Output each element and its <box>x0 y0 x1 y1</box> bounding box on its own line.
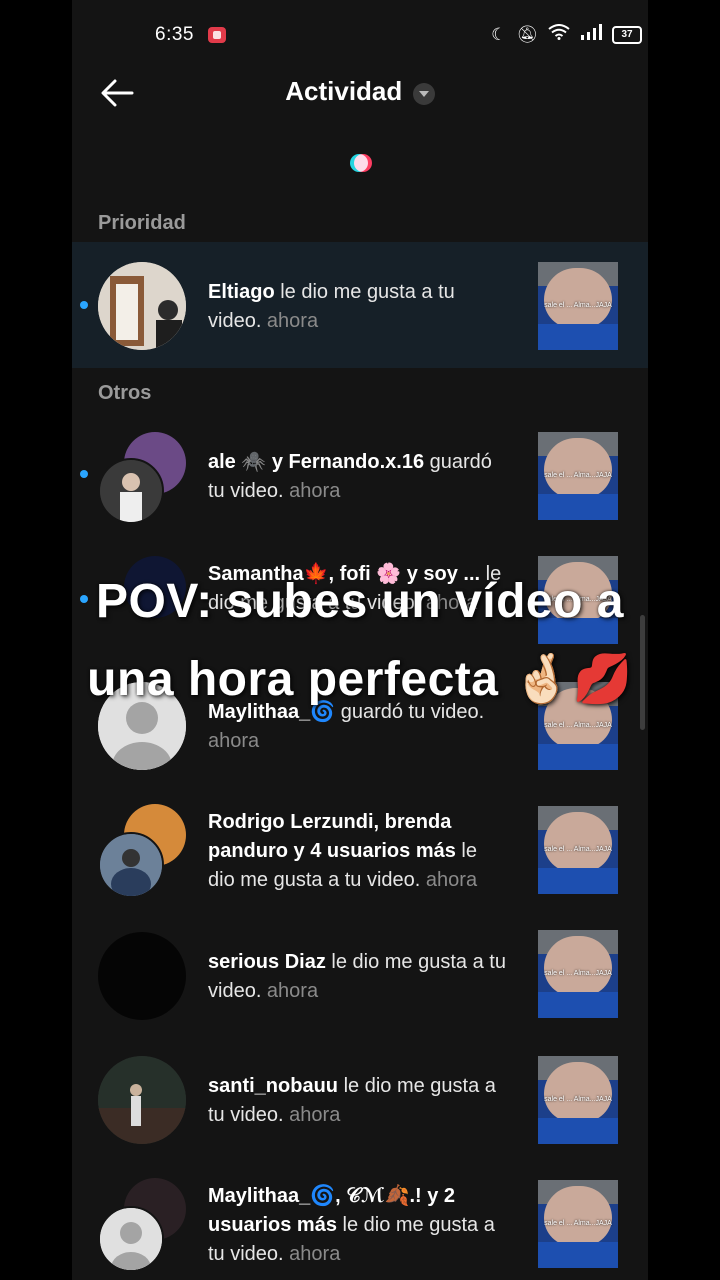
wifi-icon <box>548 24 570 45</box>
section-label-priority: Prioridad <box>98 212 186 234</box>
chevron-down-icon[interactable] <box>412 82 435 105</box>
status-bar: 6:35 ☾ 🔕︎ 37 <box>72 0 648 70</box>
section-label-others: Otros <box>98 382 152 404</box>
overlay-caption-line-2: una hora perfecta 🤞🏻💋 <box>87 653 633 706</box>
unread-dot <box>80 470 88 478</box>
notification-text: Maylithaa_🌀, 𝒞ℳ🍂.! y 2 usuarios más le d… <box>208 1185 495 1265</box>
avatar[interactable] <box>98 932 186 1020</box>
avatar[interactable] <box>98 262 186 350</box>
battery-icon: 37 <box>612 25 642 44</box>
loading-indicator <box>350 152 372 174</box>
video-thumbnail[interactable]: sale el ... Alma...JAJA <box>538 1180 618 1268</box>
notification-text: Eltiago le dio me gusta a tu video. ahor… <box>208 281 455 332</box>
overlay-caption-line-1: POV: subes un vídeo a <box>96 575 624 628</box>
page-title[interactable]: Actividad <box>285 76 402 106</box>
video-thumbnail[interactable]: sale el ... Alma...JAJA <box>538 1056 618 1144</box>
status-time: 6:35 <box>155 24 194 45</box>
status-icons: ☾ 🔕︎ 37 <box>491 24 642 45</box>
avatar[interactable] <box>98 1056 186 1144</box>
video-thumbnail[interactable]: sale el ... Alma...JAJA <box>538 432 618 520</box>
video-thumbnail[interactable]: sale el ... Alma...JAJA <box>538 806 618 894</box>
header[interactable]: Actividad <box>72 76 648 107</box>
notification-text: ale 🕷️ y Fernando.x.16 guardó tu video. … <box>208 451 492 502</box>
avatar-front[interactable] <box>98 1206 164 1272</box>
moon-icon: ☾ <box>491 24 507 44</box>
avatar-front[interactable] <box>98 832 164 898</box>
signal-icon <box>580 24 602 45</box>
video-thumbnail[interactable]: sale el ... Alma...JAJA <box>538 262 618 350</box>
screen-record-icon <box>208 27 226 43</box>
notification-text: Rodrigo Lerzundi, brenda panduro y 4 usu… <box>208 811 478 891</box>
activity-screen: 6:35 ☾ 🔕︎ 37 Actividad Prioridad Eltiago… <box>72 0 648 1280</box>
video-thumbnail[interactable]: sale el ... Alma...JAJA <box>538 930 618 1018</box>
notification-text: serious Diaz le dio me gusta a tu video.… <box>208 951 506 1002</box>
notification-text: santi_nobauu le dio me gusta a tu video.… <box>208 1075 496 1126</box>
unread-dot <box>80 301 88 309</box>
avatar-front[interactable] <box>98 458 164 524</box>
mute-icon: 🔕︎ <box>516 24 538 44</box>
